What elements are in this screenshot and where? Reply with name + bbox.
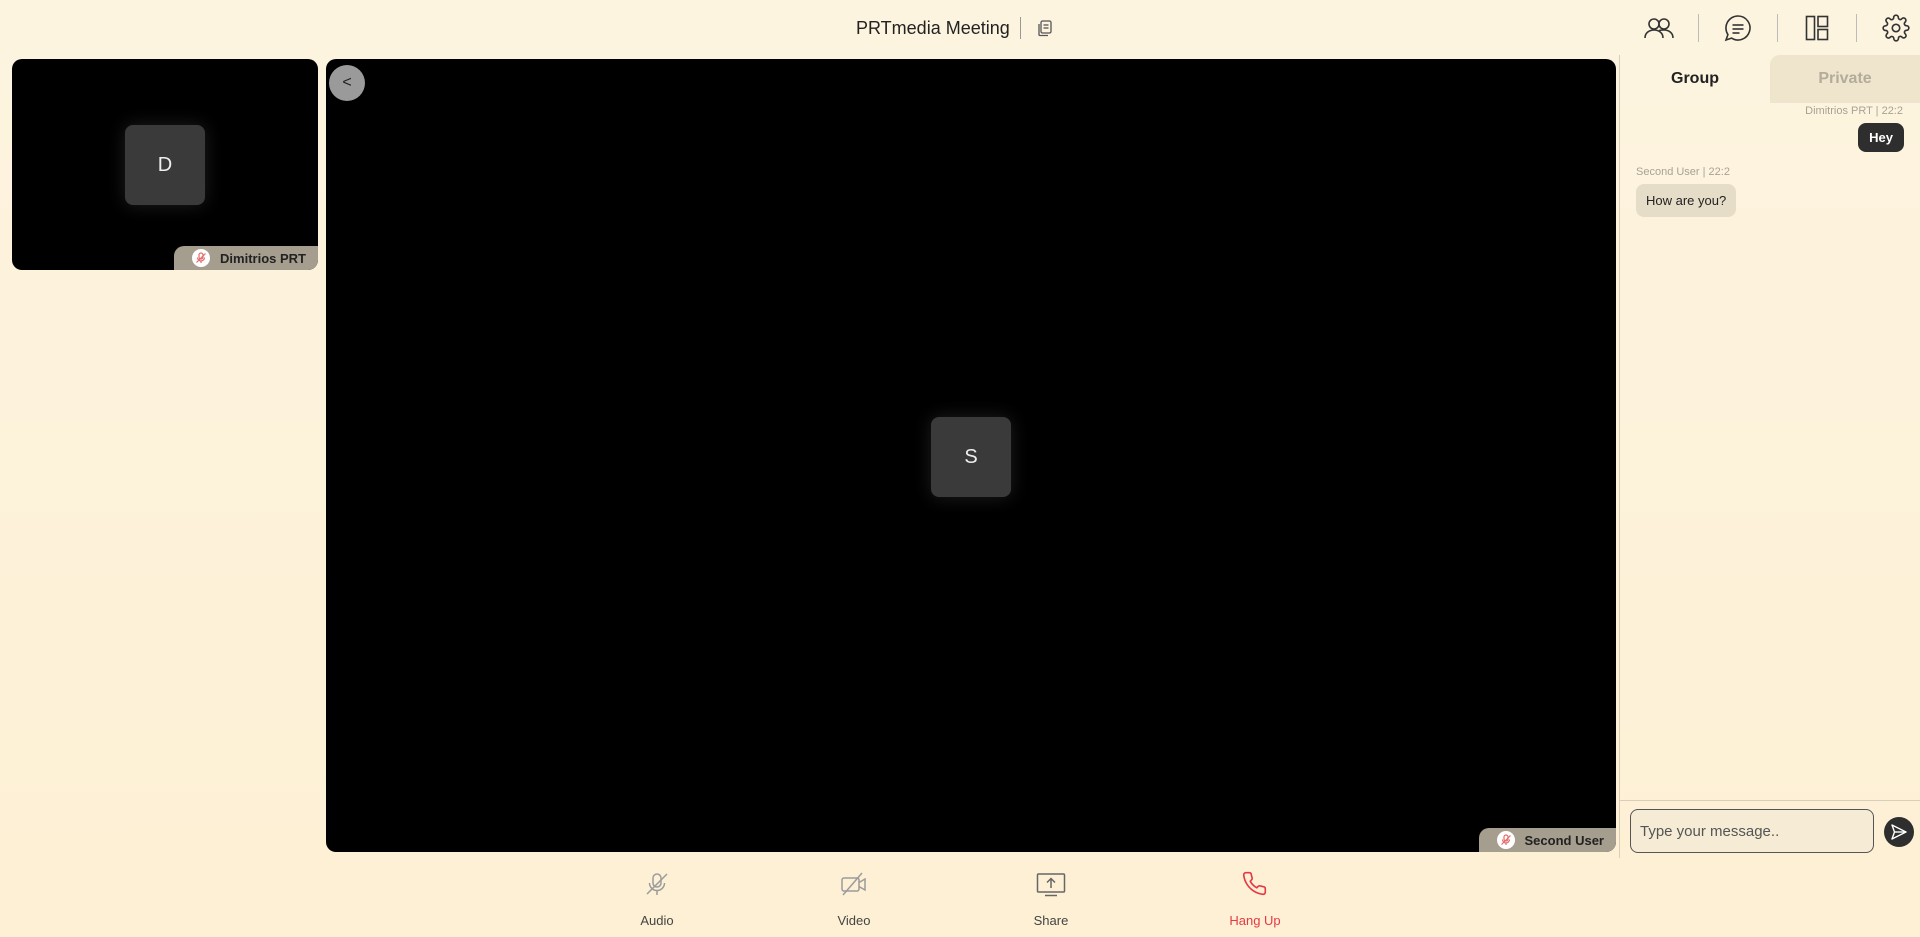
video-button[interactable]: Video: [814, 860, 894, 937]
audio-button[interactable]: Audio: [617, 860, 697, 937]
copy-icon[interactable]: [1031, 14, 1059, 42]
chat-message-input[interactable]: [1630, 809, 1874, 853]
video-label: Video: [837, 913, 871, 928]
share-label: Share: [1033, 913, 1069, 928]
self-avatar: D: [125, 125, 205, 205]
tab-private[interactable]: Private: [1770, 55, 1920, 103]
chat-composer: [1620, 800, 1920, 858]
header-divider: [1777, 14, 1778, 42]
self-name-tag: Dimitrios PRT: [174, 246, 318, 270]
share-button[interactable]: Share: [1011, 860, 1091, 937]
call-controls: Audio Video Share Hang Up: [0, 860, 1920, 937]
phone-icon: [1235, 864, 1275, 904]
title-wrap: PRTmedia Meeting: [856, 14, 1059, 42]
self-name: Dimitrios PRT: [220, 250, 306, 266]
header-divider: [1698, 14, 1699, 42]
message-bubble-theirs: How are you?: [1636, 184, 1737, 217]
mic-muted-icon: [1496, 831, 1515, 849]
send-icon[interactable]: [1884, 817, 1914, 847]
header-actions: [1641, 8, 1920, 48]
tab-group[interactable]: Group: [1620, 55, 1770, 103]
screen-share-icon: [1031, 864, 1071, 904]
video-off-icon: [834, 864, 874, 904]
self-video-tile[interactable]: D Dimitrios PRT: [12, 59, 318, 270]
chat-icon[interactable]: [1720, 10, 1756, 46]
meeting-title: PRTmedia Meeting: [856, 17, 1010, 38]
chat-panel: Group Private Dimitrios PRT | 22:2 Hey S…: [1619, 55, 1920, 858]
message-bubble-mine: Hey: [1858, 123, 1904, 152]
main-name-tag: Second User: [1478, 828, 1616, 852]
message-meta: Dimitrios PRT | 22:2: [1805, 105, 1903, 117]
layout-icon[interactable]: [1799, 10, 1835, 46]
settings-icon[interactable]: [1878, 10, 1914, 46]
meeting-app: PRTmedia Meeting D Dimitrios PRT < S Sec…: [0, 0, 1920, 937]
audio-label: Audio: [640, 913, 674, 928]
hang-up-label: Hang Up: [1229, 913, 1281, 928]
main-avatar: S: [931, 417, 1011, 497]
mic-off-icon: [637, 864, 677, 904]
header-divider: [1856, 14, 1857, 42]
participants-icon[interactable]: [1641, 10, 1677, 46]
title-divider: [1019, 17, 1021, 39]
collapse-sidebar-button[interactable]: <: [329, 65, 365, 101]
main-name: Second User: [1524, 832, 1604, 848]
chat-tabs: Group Private: [1620, 55, 1920, 103]
hang-up-button[interactable]: Hang Up: [1215, 860, 1295, 937]
main-video-stage[interactable]: < S Second User: [326, 59, 1616, 852]
message-meta: Second User | 22:2: [1636, 166, 1730, 178]
message-list: Dimitrios PRT | 22:2 Hey Second User | 2…: [1620, 105, 1920, 217]
mic-muted-icon: [192, 249, 211, 267]
header: PRTmedia Meeting: [0, 0, 1920, 57]
